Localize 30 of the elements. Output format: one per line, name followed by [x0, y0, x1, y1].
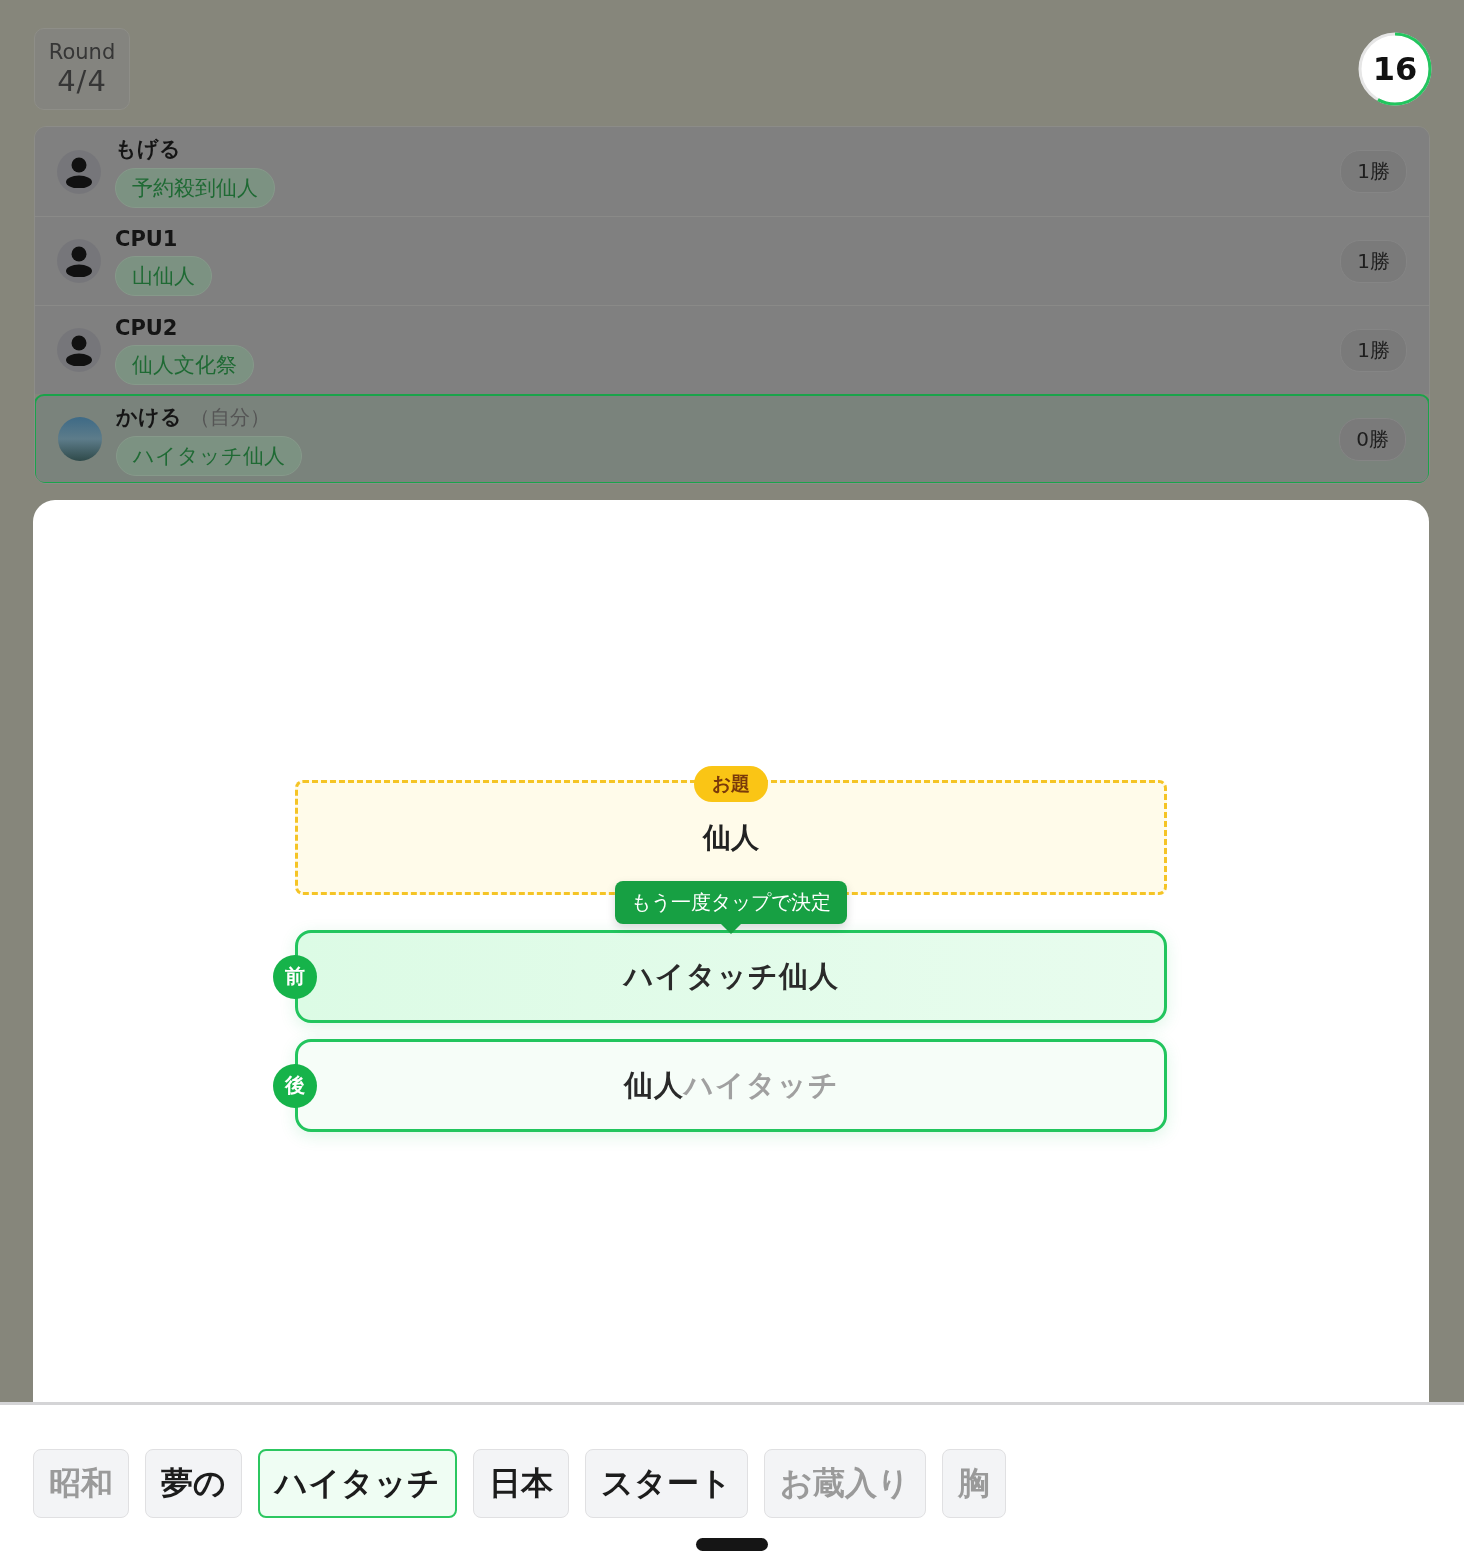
word-tile[interactable]: スタート — [585, 1449, 748, 1518]
title-chip: 山仙人 — [115, 255, 212, 296]
player-name: かける — [116, 403, 182, 431]
word-tile[interactable]: 夢の — [145, 1449, 242, 1518]
home-indicator — [696, 1538, 768, 1551]
position-badge: 前 — [273, 954, 317, 999]
person-icon — [64, 155, 94, 188]
win-count: 1勝 — [1340, 150, 1407, 193]
win-count: 1勝 — [1340, 239, 1407, 283]
prompt-badge: お題 — [694, 766, 768, 802]
timer-value: 16 — [1372, 53, 1418, 85]
win-count: 0勝 — [1339, 417, 1406, 461]
round-value: 4/4 — [57, 64, 107, 98]
position-badge: 後 — [273, 1063, 317, 1108]
word-tile[interactable]: ハイタッチ — [258, 1449, 457, 1518]
word-tile[interactable]: 日本 — [473, 1449, 569, 1518]
win-count: 1勝 — [1340, 328, 1407, 372]
prompt-word: 仙人 — [703, 819, 759, 856]
title-chip: 予約殺到仙人 — [115, 168, 275, 208]
round-label: Round — [48, 40, 116, 64]
player-name: CPU1 — [115, 226, 178, 251]
photo-placeholder — [58, 417, 102, 461]
confirm-tooltip: もう一度タップで決定 — [615, 881, 847, 924]
title-chip: ハイタッチ仙人 — [116, 435, 302, 476]
player-name: CPU2 — [115, 315, 178, 340]
title-chip: 仙人文化祭 — [115, 344, 254, 385]
person-icon — [64, 245, 94, 277]
person-icon — [64, 334, 94, 366]
player-name: もげる — [115, 136, 181, 163]
tooltip-pointer-icon — [721, 924, 741, 934]
